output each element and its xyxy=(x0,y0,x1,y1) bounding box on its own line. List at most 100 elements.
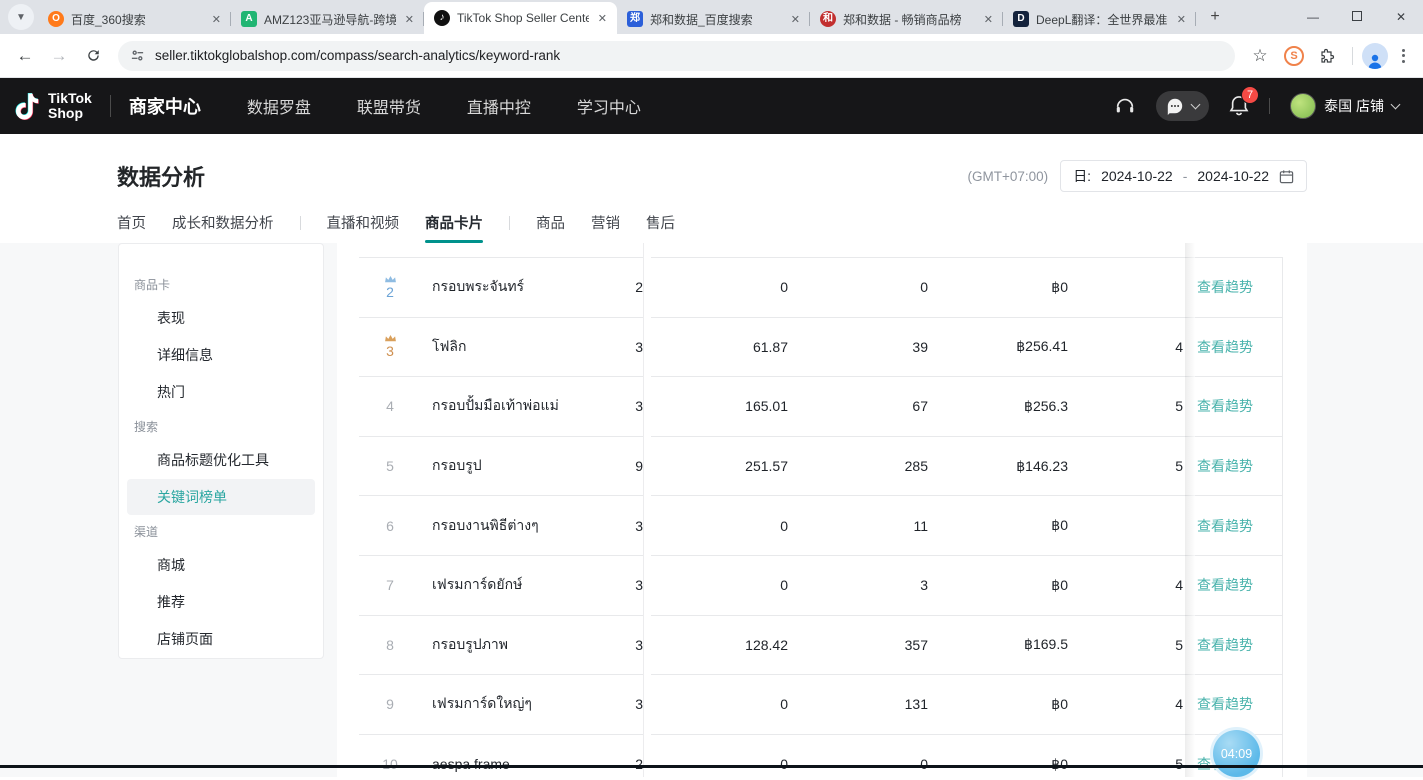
analytics-tab[interactable]: 商品 xyxy=(536,212,565,243)
calendar-icon[interactable] xyxy=(1279,169,1294,184)
header-nav-item[interactable]: 联盟带货 xyxy=(357,94,421,118)
header-nav-item[interactable]: 直播中控 xyxy=(467,94,531,118)
keyword-cell: กรอบงานพิธีต่างๆ xyxy=(432,515,602,537)
keyword-cell: กรอบปั้มมือเท้าพ่อแม่ xyxy=(432,395,602,417)
sidebar-item[interactable]: 详细信息 xyxy=(127,337,315,373)
view-trend-link[interactable]: 查看趋势 xyxy=(1185,694,1283,714)
sidebar-section-label: 渠道 xyxy=(119,523,323,546)
recording-timer-bubble[interactable]: 04:09 xyxy=(1210,727,1263,780)
reload-icon[interactable] xyxy=(78,41,108,71)
zhenghe-icon: 郑 xyxy=(627,11,643,27)
notifications-button[interactable]: 7 xyxy=(1229,95,1249,117)
browser-tab[interactable]: 郑郑和数据_百度搜索✕ xyxy=(617,4,810,34)
sidebar-item[interactable]: 商城 xyxy=(127,547,315,583)
browser-tab[interactable]: 和郑和数据 - 畅销商品榜✕ xyxy=(810,4,1003,34)
table-row: 9เฟรมการ์ดใหญ่ๆ30131฿04查看趋势 xyxy=(359,675,1283,735)
view-trend-link[interactable]: 查看趋势 xyxy=(1185,516,1283,536)
maximize-button[interactable] xyxy=(1335,0,1379,34)
rank-cell: 5 xyxy=(359,458,421,474)
tab-close-icon[interactable]: ✕ xyxy=(789,11,802,28)
tiktok-note-icon xyxy=(14,91,40,121)
tab-title: 郑和数据 - 畅销商品榜 xyxy=(843,11,975,28)
analytics-tab[interactable]: 商品卡片 xyxy=(425,212,483,243)
table-row: 4กรอบปั้มมือเท้าพ่อแม่3165.0167฿256.35查看… xyxy=(359,377,1283,437)
analytics-tab[interactable]: 首页 xyxy=(117,212,146,243)
close-button[interactable]: ✕ xyxy=(1379,0,1423,34)
browser-tab[interactable]: O百度_360搜索✕ xyxy=(38,4,231,34)
analytics-tab[interactable]: 直播和视频 xyxy=(327,212,400,243)
gmv-cell: ฿0 xyxy=(928,517,1068,534)
view-trend-link[interactable]: 查看趋势 xyxy=(1185,277,1283,297)
header-nav-item[interactable]: 商家中心 xyxy=(129,93,201,119)
sidebar-item[interactable]: 热门 xyxy=(127,374,315,410)
rank-cell: 3 xyxy=(359,334,421,359)
value-cell: 3 xyxy=(788,577,928,593)
sidebar-item[interactable]: 关键词榜单 xyxy=(127,479,315,515)
clipped-left-cell: 3 xyxy=(602,339,643,355)
tab-close-icon[interactable]: ✕ xyxy=(210,11,223,28)
back-icon[interactable]: ← xyxy=(10,41,40,71)
date-separator: - xyxy=(1183,168,1188,184)
table-row: 10aespa frame200฿05查看趋势 xyxy=(359,735,1283,777)
deepl-icon: D xyxy=(1013,11,1029,27)
page-title: 数据分析 xyxy=(117,160,205,192)
tab-close-icon[interactable]: ✕ xyxy=(403,11,416,28)
address-bar[interactable]: seller.tiktokglobalshop.com/compass/sear… xyxy=(118,41,1235,71)
table-row: 6กรอบงานพิธีต่างๆ3011฿0查看趋势 xyxy=(359,496,1283,556)
sidebar-section-label: 商品卡 xyxy=(119,276,323,299)
view-trend-link[interactable]: 查看趋势 xyxy=(1185,337,1283,357)
view-trend-link[interactable]: 查看趋势 xyxy=(1185,456,1283,476)
sidebar-item[interactable]: 推荐 xyxy=(127,584,315,620)
crown-icon xyxy=(384,334,397,342)
date-range-picker[interactable]: 日: 2024-10-22 - 2024-10-22 xyxy=(1060,160,1307,192)
browser-profile-avatar[interactable] xyxy=(1362,43,1388,69)
analytics-tab[interactable]: 营销 xyxy=(591,212,620,243)
value-cell: 285 xyxy=(788,458,928,474)
browser-tabstrip: ▼ O百度_360搜索✕AAMZ123亚马逊导航-跨境✕♪TikTok Shop… xyxy=(0,0,1423,34)
browser-tab[interactable]: ♪TikTok Shop Seller Cente✕ xyxy=(424,2,617,34)
browser-tab[interactable]: AAMZ123亚马逊导航-跨境✕ xyxy=(231,4,424,34)
tab-close-icon[interactable]: ✕ xyxy=(982,11,995,28)
messages-button[interactable] xyxy=(1156,91,1209,121)
extensions-puzzle-icon[interactable] xyxy=(1313,41,1343,71)
crown-icon xyxy=(384,275,397,283)
header-nav-item[interactable]: 数据罗盘 xyxy=(247,94,311,118)
store-switcher[interactable]: 泰国 店铺 xyxy=(1290,93,1399,119)
forward-icon[interactable]: → xyxy=(44,41,74,71)
site-info-icon[interactable] xyxy=(130,48,145,63)
clipped-right-cell: 5 xyxy=(1068,458,1183,474)
view-trend-link[interactable]: 查看趋势 xyxy=(1185,635,1283,655)
browser-tab[interactable]: D DeepL翻译：全世界最准确 ✕ xyxy=(1003,4,1196,34)
tab-close-icon[interactable]: ✕ xyxy=(596,10,609,27)
table-row: 7เฟรมการ์ดยักษ์303฿04查看趋势 xyxy=(359,556,1283,616)
rank-cell: 6 xyxy=(359,518,421,534)
headset-support-icon[interactable] xyxy=(1114,95,1136,117)
amz123-icon: A xyxy=(241,11,257,27)
clipped-left-cell: 3 xyxy=(602,577,643,593)
tiktok-shop-logo[interactable]: TikTokShop xyxy=(14,91,92,121)
new-tab-button[interactable]: + xyxy=(1202,4,1228,30)
360-search-icon: O xyxy=(48,11,64,27)
clipped-left-cell: 3 xyxy=(602,696,643,712)
sidebar-item[interactable]: 商品标题优化工具 xyxy=(127,442,315,478)
header-nav-item[interactable]: 学习中心 xyxy=(577,94,641,118)
sidebar-item[interactable]: 店铺页面 xyxy=(127,621,315,657)
tab-close-icon[interactable]: ✕ xyxy=(1175,11,1188,28)
value-cell: 131 xyxy=(788,696,928,712)
tab-search-button[interactable]: ▼ xyxy=(8,4,34,30)
store-name: 泰国 店铺 xyxy=(1324,96,1384,116)
minimize-button[interactable]: — xyxy=(1291,0,1335,34)
view-trend-link[interactable]: 查看趋势 xyxy=(1185,575,1283,595)
extension-s-icon[interactable]: S xyxy=(1279,41,1309,71)
gmv-cell: ฿0 xyxy=(928,279,1068,296)
view-trend-link[interactable]: 查看趋势 xyxy=(1185,396,1283,416)
browser-menu-icon[interactable] xyxy=(1392,43,1415,69)
gmv-cell: ฿169.5 xyxy=(928,636,1068,653)
sidebar-item[interactable]: 表现 xyxy=(127,300,315,336)
clipped-left-cell: 2 xyxy=(602,279,643,295)
analytics-tab[interactable]: 成长和数据分析 xyxy=(172,212,274,243)
bookmark-star-icon[interactable]: ☆ xyxy=(1245,41,1275,71)
clipped-right-cell: 4 xyxy=(1068,339,1183,355)
tab-title: DeepL翻译：全世界最准确 xyxy=(1036,11,1168,28)
analytics-tab[interactable]: 售后 xyxy=(646,212,675,243)
